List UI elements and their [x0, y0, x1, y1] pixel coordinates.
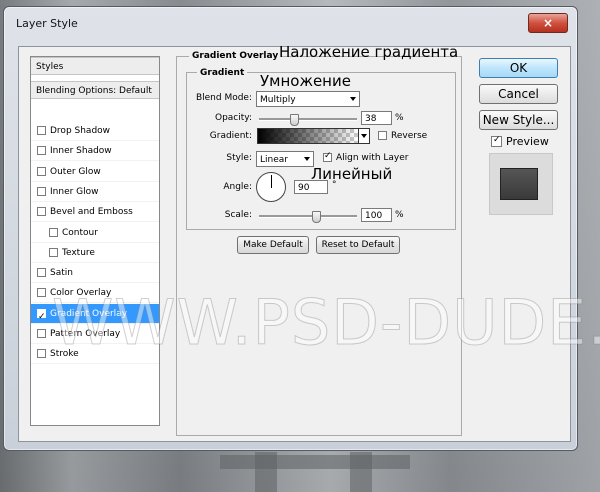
blend-mode-value: Multiply: [260, 95, 296, 105]
style-item-label: Bevel and Emboss: [50, 207, 133, 218]
preview-swatch: [500, 168, 538, 200]
style-label: Style:: [226, 153, 252, 163]
scale-unit: %: [395, 210, 404, 220]
style-item-label: Inner Glow: [50, 186, 99, 197]
style-item-label: Texture: [62, 247, 95, 258]
scale-input[interactable]: 100: [361, 208, 392, 222]
opacity-unit: %: [395, 113, 404, 123]
style-item-inner-glow[interactable]: Inner Glow: [31, 182, 159, 202]
style-item-drop-shadow[interactable]: Drop Shadow: [31, 121, 159, 141]
style-item-checkbox[interactable]: [37, 146, 46, 156]
style-item-checkbox[interactable]: [37, 349, 46, 359]
checkmark-icon: ✓: [324, 151, 332, 161]
gradient-label: Gradient:: [209, 131, 252, 141]
opacity-slider-thumb[interactable]: [290, 114, 299, 126]
style-item-label: Inner Shadow: [50, 146, 112, 157]
reverse-label: Reverse: [391, 131, 428, 141]
style-item-inner-shadow[interactable]: Inner Shadow: [31, 141, 159, 162]
opacity-slider-track[interactable]: [259, 118, 357, 121]
style-item-checkbox[interactable]: [37, 126, 46, 135]
annotation-multiply: Умножение: [260, 72, 351, 90]
subgroup-title: Gradient: [197, 68, 248, 78]
reverse-checkbox[interactable]: [378, 131, 387, 140]
new-style-button[interactable]: New Style...: [479, 110, 558, 130]
blending-options-item[interactable]: Blending Options: Default: [31, 81, 159, 99]
style-select[interactable]: Linear: [256, 151, 314, 167]
style-value: Linear: [260, 155, 288, 165]
checkmark-icon: ✓: [493, 135, 501, 145]
watermark: WWW.PSD-DUDE.COM: [52, 286, 600, 360]
style-item-checkbox[interactable]: [37, 268, 46, 278]
chevron-down-icon: [350, 97, 356, 101]
styles-header[interactable]: Styles: [31, 57, 159, 75]
reset-to-default-button[interactable]: Reset to Default: [316, 236, 400, 254]
preview-checkbox[interactable]: ✓: [491, 135, 502, 147]
align-with-layer-label: Align with Layer: [336, 153, 409, 163]
blend-mode-select[interactable]: Multiply: [256, 91, 360, 107]
preview-label: Preview: [506, 135, 549, 148]
gradient-swatch[interactable]: [257, 128, 359, 144]
blend-mode-label: Blend Mode:: [195, 93, 252, 103]
cancel-button[interactable]: Cancel: [479, 84, 558, 104]
ok-button[interactable]: OK: [479, 58, 558, 78]
style-item-checkbox[interactable]: [37, 186, 46, 196]
style-item-checkbox[interactable]: [49, 247, 58, 257]
style-item-satin[interactable]: Satin: [31, 263, 159, 284]
style-item-checkbox[interactable]: [37, 329, 46, 338]
scale-slider-thumb[interactable]: [312, 211, 321, 223]
annotation-linear: Линейный: [311, 165, 393, 183]
style-item-label: Drop Shadow: [50, 126, 111, 136]
scale-slider-track[interactable]: [259, 215, 357, 218]
background-sign: [220, 455, 410, 469]
group-title: Gradient Overlay: [189, 51, 282, 61]
style-item-checkbox[interactable]: ✓: [37, 308, 46, 322]
style-item-checkbox[interactable]: [37, 288, 46, 298]
make-default-button[interactable]: Make Default: [237, 236, 309, 254]
style-item-contour[interactable]: Contour: [31, 223, 159, 243]
close-button[interactable]: ×: [528, 13, 568, 33]
align-with-layer-checkbox[interactable]: ✓: [323, 151, 332, 162]
opacity-input[interactable]: 38: [361, 111, 392, 125]
annotation-gradient-overlay: Наложение градиента: [279, 43, 459, 61]
style-item-label: Outer Glow: [50, 166, 101, 177]
scale-label: Scale:: [224, 210, 252, 220]
style-item-checkbox[interactable]: [37, 166, 46, 176]
angle-label: Angle:: [223, 182, 252, 192]
chevron-down-icon: [304, 157, 310, 161]
style-item-outer-glow[interactable]: Outer Glow: [31, 162, 159, 182]
gradient-picker-button[interactable]: [358, 128, 370, 144]
style-item-texture[interactable]: Texture: [31, 243, 159, 263]
window-title: Layer Style: [16, 17, 78, 30]
style-item-bevel-and-emboss[interactable]: Bevel and Emboss: [31, 202, 159, 223]
style-item-label: Satin: [50, 268, 73, 279]
style-item-checkbox[interactable]: [49, 227, 58, 237]
opacity-label: Opacity:: [215, 113, 252, 123]
angle-dial-hand: [271, 175, 272, 188]
style-item-label: Contour: [62, 227, 98, 238]
chevron-down-icon: [361, 134, 367, 138]
angle-dial[interactable]: [256, 172, 286, 202]
style-item-checkbox[interactable]: [37, 207, 46, 217]
